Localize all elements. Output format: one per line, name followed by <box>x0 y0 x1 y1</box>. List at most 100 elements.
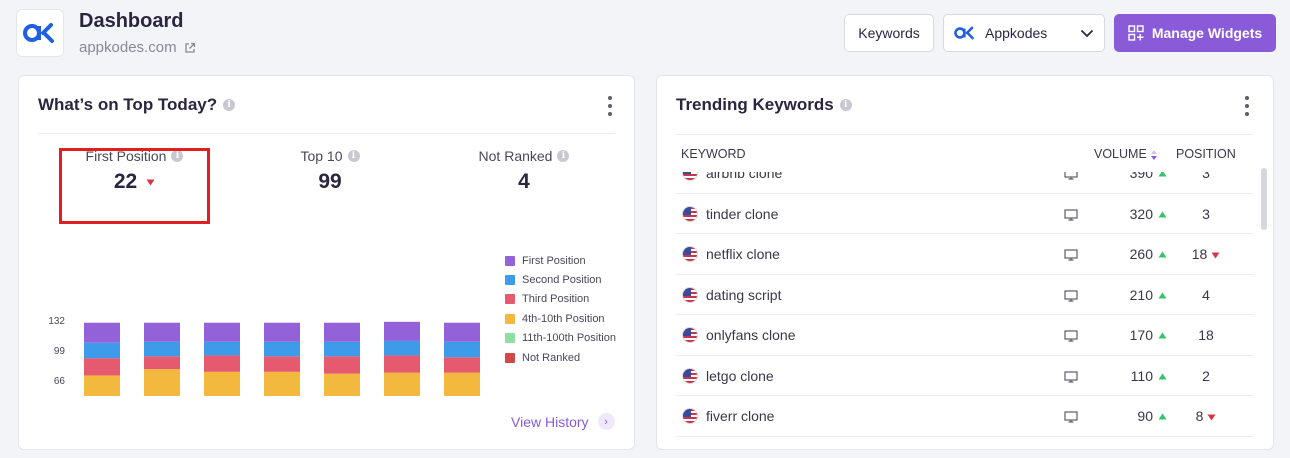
view-history-label[interactable]: View History <box>511 414 589 430</box>
position-value: 4 <box>1156 287 1254 303</box>
y-tick-label: 132 <box>48 316 65 327</box>
volume-value: 390 <box>1129 172 1153 182</box>
device-icon <box>1064 329 1078 345</box>
desktop-icon <box>1064 290 1078 302</box>
trending-menu-icon[interactable] <box>1243 96 1251 116</box>
top-today-menu-icon[interactable] <box>606 96 614 116</box>
appkodes-logo-icon <box>23 23 54 43</box>
bar-segment[interactable] <box>324 341 360 357</box>
position-value: 3 <box>1156 172 1254 181</box>
bar-segment[interactable] <box>204 322 240 342</box>
keyword-text[interactable]: tinder clone <box>706 206 778 222</box>
keyword-text[interactable]: fiverr clone <box>706 408 774 424</box>
bar-segment[interactable] <box>384 340 420 356</box>
stat-label: Top 10 <box>300 148 343 164</box>
bar-segment[interactable] <box>204 355 240 372</box>
us-flag-icon <box>682 408 698 425</box>
page-title: Dashboard <box>79 10 184 32</box>
bar-segment[interactable] <box>84 358 120 376</box>
keyword-text[interactable]: letgo clone <box>706 368 774 384</box>
us-flag-icon <box>682 327 698 344</box>
bar-segment[interactable] <box>84 342 120 359</box>
bar-segment[interactable] <box>144 341 180 357</box>
legend-item[interactable]: Second Position <box>505 270 616 289</box>
bar-segment[interactable] <box>444 341 480 358</box>
position-value: 18 <box>1156 327 1254 343</box>
scrollbar[interactable] <box>1261 168 1267 230</box>
legend-item[interactable]: Not Ranked <box>505 348 616 367</box>
keyword-text[interactable]: onlyfans clone <box>706 327 796 343</box>
legend-swatch <box>505 275 515 286</box>
widgets-add-icon <box>1128 25 1144 41</box>
site-url[interactable]: appkodes.com <box>79 39 177 56</box>
keyword-row[interactable]: tinder clone 320 3 <box>676 194 1254 234</box>
volume-value: 110 <box>1130 367 1153 384</box>
bar-segment[interactable] <box>264 322 300 342</box>
keyword-row[interactable]: fiverr clone 90 8 <box>676 396 1254 437</box>
us-flag-icon <box>682 172 698 182</box>
info-icon[interactable]: i <box>839 99 852 111</box>
bar-segment[interactable] <box>204 341 240 356</box>
bar-segment[interactable] <box>264 341 300 357</box>
keyword-text[interactable]: netflix clone <box>706 246 780 262</box>
keyword-text[interactable]: dating script <box>706 287 781 303</box>
legend-label: Second Position <box>522 274 602 287</box>
bar-segment[interactable] <box>324 322 360 342</box>
bar-segment[interactable] <box>384 372 420 396</box>
keywords-button[interactable]: Keywords <box>844 14 934 52</box>
bar-segment[interactable] <box>204 371 240 396</box>
legend-label: Third Position <box>522 293 590 306</box>
keyword-row[interactable]: airbnb clone 390 3 <box>676 172 1254 194</box>
bar-segment[interactable] <box>264 371 300 396</box>
bar-segment[interactable] <box>444 322 480 342</box>
bar-segment[interactable] <box>324 356 360 374</box>
top-today-card: What’s on Top Today? i First Position i … <box>18 75 635 450</box>
bar-segment[interactable] <box>144 322 180 342</box>
sort-icon[interactable] <box>1150 149 1158 161</box>
stat-top-10: Top 10 i 99 <box>255 148 405 194</box>
info-icon[interactable]: i <box>557 150 570 162</box>
chart-legend: First Position Second Position Third Posit… <box>505 251 616 367</box>
bar-segment[interactable] <box>384 321 420 341</box>
keyword-row[interactable]: netflix clone 260 18 <box>676 234 1254 275</box>
column-position: POSITION <box>1176 147 1236 161</box>
bar-segment[interactable] <box>324 373 360 396</box>
bar-segment[interactable] <box>144 369 180 396</box>
info-icon[interactable]: i <box>223 99 236 111</box>
legend-item[interactable]: 4th-10th Position <box>505 309 616 328</box>
keyword-row[interactable]: dating script 210 4 <box>676 275 1254 315</box>
keyword-row[interactable]: onlyfans clone 170 18 <box>676 315 1254 356</box>
bar-segment[interactable] <box>444 372 480 396</box>
bar-segment[interactable] <box>84 375 120 396</box>
legend-label: Not Ranked <box>522 351 581 364</box>
column-volume-label[interactable]: VOLUME <box>1094 147 1147 161</box>
stat-label: Not Ranked <box>478 148 553 164</box>
bar-segment[interactable] <box>264 356 300 372</box>
legend-item[interactable]: 11th-100th Position <box>505 329 616 348</box>
legend-item[interactable]: Third Position <box>505 290 616 309</box>
legend-item[interactable]: First Position <box>505 251 616 270</box>
column-volume[interactable]: VOLUME <box>1094 147 1158 161</box>
bar-segment[interactable] <box>384 355 420 373</box>
volume-value: 260 <box>1129 246 1153 263</box>
position-value: 2 <box>1156 368 1254 384</box>
legend-swatch <box>505 333 515 344</box>
legend-swatch <box>505 255 515 266</box>
bar-segment[interactable] <box>144 356 180 370</box>
keyword-text[interactable]: airbnb clone <box>706 172 782 181</box>
device-icon <box>1064 208 1078 224</box>
site-link[interactable]: appkodes.com <box>79 39 196 56</box>
bar-segment[interactable] <box>84 322 120 343</box>
info-icon[interactable]: i <box>347 150 360 162</box>
manage-widgets-button[interactable]: Manage Widgets <box>1114 14 1276 52</box>
view-history-link[interactable]: View History › <box>511 413 615 430</box>
position-number: 8 <box>1195 408 1204 425</box>
keyword-row[interactable]: letgo clone 110 2 <box>676 356 1254 396</box>
chevron-right-icon[interactable]: › <box>597 413 615 430</box>
project-select[interactable]: Appkodes <box>943 14 1105 52</box>
external-link-icon[interactable] <box>184 42 196 54</box>
bar-segment[interactable] <box>444 357 480 373</box>
us-flag-icon <box>682 246 698 263</box>
position-number: 4 <box>1202 286 1210 303</box>
position-number: 18 <box>1191 246 1208 263</box>
